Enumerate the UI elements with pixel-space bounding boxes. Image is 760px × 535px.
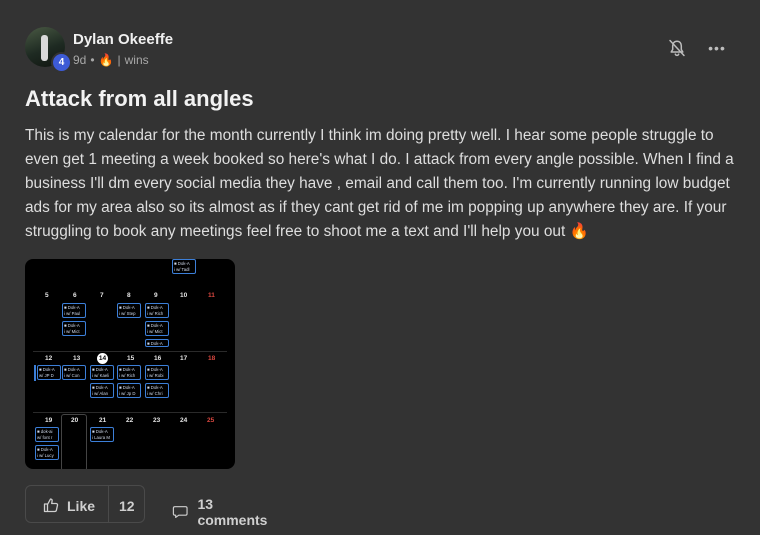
comment-icon — [172, 506, 188, 518]
calendar-event: ■ Dok-A i w/ Rich — [117, 365, 141, 380]
author-name[interactable]: Dylan Okeeffe — [73, 31, 173, 48]
meta-dot: • — [90, 53, 95, 67]
day-number: 16 — [154, 355, 162, 362]
calendar-event: ■ Dok-A i w/ Tadl — [172, 259, 196, 274]
calendar-event: ■ Dok-A w/ JP D — [37, 365, 61, 380]
fire-icon: 🔥 — [98, 53, 114, 67]
post-meta: 9d • 🔥 | wins — [73, 53, 149, 67]
calendar-event: ■ Dok-A i w/ Mict — [145, 321, 169, 336]
day-number: 12 — [45, 355, 53, 362]
day-number: 21 — [99, 417, 107, 424]
day-number: 10 — [180, 292, 188, 299]
day-number: 20 — [71, 417, 79, 424]
calendar-event: ■ Dok-A i w/ Con — [62, 365, 86, 380]
avatar-figure — [41, 35, 48, 61]
day-number: 7 — [100, 292, 104, 299]
calendar-event: ■ Dok-A i w/ Rich — [145, 303, 169, 318]
calendar-event: ■ Dok-A i w/ Jp D — [117, 383, 141, 398]
day-number: 5 — [45, 292, 49, 299]
calendar-event: ■ Dok-A i w/ Alan — [90, 383, 114, 398]
today-marker: 14 — [97, 353, 108, 364]
week-divider — [33, 351, 227, 352]
day-number: 24 — [180, 417, 188, 424]
calendar-image[interactable]: ■ Dok-A i w/ Tadl 5 6 7 8 9 10 11 ■ Dok-A… — [25, 259, 235, 469]
post-age: 9d — [73, 53, 87, 67]
calendar-event: ■ Dok-A i w/ Kaeli — [90, 365, 114, 380]
day-number: 18 — [208, 355, 216, 362]
calendar-event: ■ Dok-A i w/ Robi — [145, 365, 169, 380]
calendar-event: ■ dok-ai w/ font r — [35, 427, 59, 442]
day-number: 9 — [154, 292, 158, 299]
calendar-event: ■ Dok-A — [145, 339, 169, 347]
post-category[interactable]: wins — [125, 53, 149, 67]
bell-off-icon[interactable] — [667, 38, 687, 58]
day-number: 6 — [73, 292, 77, 299]
day-number: 22 — [126, 417, 134, 424]
post-body: This is my calendar for the month curren… — [25, 127, 734, 240]
calendar-event: ■ Dok-A i w/ Step — [117, 303, 141, 318]
like-count[interactable]: 12 — [119, 498, 135, 514]
thumbs-up-icon — [43, 498, 59, 513]
post-title: Attack from all angles — [25, 86, 254, 111]
meta-separator: | — [117, 53, 121, 67]
level-badge: 4 — [51, 52, 72, 73]
calendar-event: ■ Dok-A i Laura M — [90, 427, 114, 442]
calendar-event: ■ Dok-A i w/ Mict — [62, 321, 86, 336]
like-label: Like — [67, 498, 96, 514]
week-divider — [33, 412, 227, 413]
day-number: 25 — [207, 417, 215, 424]
day-number: 13 — [73, 355, 81, 362]
comments-label: 13 comments — [197, 496, 268, 528]
day-number: 17 — [180, 355, 188, 362]
calendar-event: ■ Dok-A i w/ Lucy — [35, 445, 59, 460]
calendar-event: ■ Dok-A i w/ Paul — [62, 303, 86, 318]
comments-link[interactable]: 13 comments — [172, 496, 271, 528]
calendar-event: ■ Dok-A i w/ Chri — [145, 383, 169, 398]
day-number: 23 — [153, 417, 161, 424]
more-options-icon[interactable]: ••• — [706, 39, 728, 57]
day-number: 11 — [208, 292, 215, 299]
day-number: 8 — [127, 292, 131, 299]
event-marker — [34, 365, 36, 381]
post-card: 4 Dylan Okeeffe 9d • 🔥 | wins ••• Attack… — [0, 0, 760, 535]
day-number: 15 — [127, 355, 135, 362]
like-button[interactable]: Like 12 — [25, 485, 145, 523]
like-divider — [108, 486, 109, 522]
day-number: 19 — [45, 417, 53, 424]
